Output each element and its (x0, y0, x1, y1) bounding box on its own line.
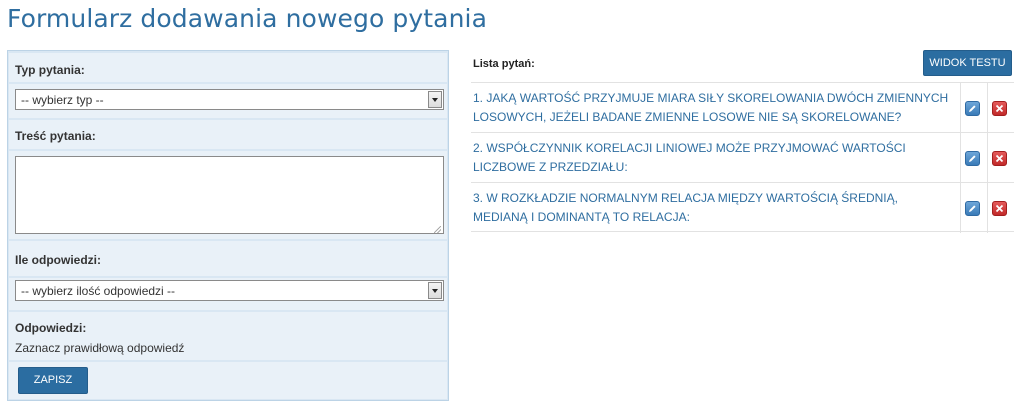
answers-note: Zaznacz prawidłową odpowiedź (15, 341, 185, 355)
column-divider (960, 133, 961, 183)
question-form: Typ pytania: -- wybierz typ -- Treść pyt… (7, 50, 449, 401)
question-type-select-value: -- wybierz typ -- (21, 93, 104, 107)
question-content-textarea[interactable] (15, 156, 444, 234)
question-text: 1. JAKĄ WARTOŚĆ PRZYJMUJE MIARA SIŁY SKO… (473, 89, 951, 127)
question-row: 3. W ROZKŁADZIE NORMALNYM RELACJA MIĘDZY… (471, 182, 1014, 233)
column-divider (987, 183, 988, 233)
content-label: Treść pytania: (15, 129, 96, 143)
question-number: 2. (473, 141, 484, 155)
question-number: 3. (473, 191, 484, 205)
type-select-row: -- wybierz typ -- (9, 84, 447, 118)
pencil-icon[interactable] (965, 101, 980, 116)
type-label: Typ pytania: (15, 63, 85, 77)
view-test-button[interactable]: WIDOK TESTU (923, 50, 1012, 76)
chevron-down-icon[interactable] (428, 282, 442, 299)
close-icon[interactable] (992, 101, 1007, 116)
question-text: 3. W ROZKŁADZIE NORMALNYM RELACJA MIĘDZY… (473, 189, 951, 227)
page-title: Formularz dodawania nowego pytania (7, 4, 487, 33)
type-label-row: Typ pytania: (9, 53, 447, 82)
answers-count-select-row: -- wybierz ilość odpowiedzi -- (9, 278, 447, 310)
question-number: 1. (473, 91, 484, 105)
column-divider (960, 183, 961, 233)
question-link[interactable]: WSPÓŁCZYNNIK KORELACJI LINIOWEJ MOŻE PRZ… (473, 141, 906, 174)
question-list-label: Lista pytań: (473, 58, 535, 70)
question-text: 2. WSPÓŁCZYNNIK KORELACJI LINIOWEJ MOŻE … (473, 139, 951, 177)
pencil-icon[interactable] (965, 151, 980, 166)
resize-handle-icon[interactable] (434, 226, 441, 233)
save-button[interactable]: ZAPISZ (18, 367, 88, 394)
answers-label: Odpowiedzi: (15, 321, 87, 335)
answers-count-select-value: -- wybierz ilość odpowiedzi -- (21, 284, 176, 298)
close-icon[interactable] (992, 151, 1007, 166)
question-type-select[interactable]: -- wybierz typ -- (15, 89, 444, 110)
chevron-down-icon[interactable] (428, 91, 442, 108)
question-link[interactable]: W ROZKŁADZIE NORMALNYM RELACJA MIĘDZY WA… (473, 191, 898, 224)
question-row: 2. WSPÓŁCZYNNIK KORELACJI LINIOWEJ MOŻE … (471, 132, 1014, 183)
answers-count-label-row: Ile odpowiedzi: (9, 241, 447, 276)
column-divider (960, 83, 961, 133)
close-icon[interactable] (992, 201, 1007, 216)
column-divider (987, 133, 988, 183)
content-field-row (9, 151, 447, 239)
answers-row: Odpowiedzi: Zaznacz prawidłową odpowiedź (9, 312, 447, 360)
answers-count-label: Ile odpowiedzi: (15, 253, 101, 267)
question-row: 1. JAKĄ WARTOŚĆ PRZYJMUJE MIARA SIŁY SKO… (471, 82, 1014, 133)
form-actions-row: ZAPISZ (9, 362, 447, 399)
pencil-icon[interactable] (965, 201, 980, 216)
column-divider (987, 83, 988, 133)
content-label-row: Treść pytania: (9, 120, 447, 149)
answers-count-select[interactable]: -- wybierz ilość odpowiedzi -- (15, 280, 444, 301)
question-link[interactable]: JAKĄ WARTOŚĆ PRZYJMUJE MIARA SIŁY SKOREL… (473, 91, 948, 124)
